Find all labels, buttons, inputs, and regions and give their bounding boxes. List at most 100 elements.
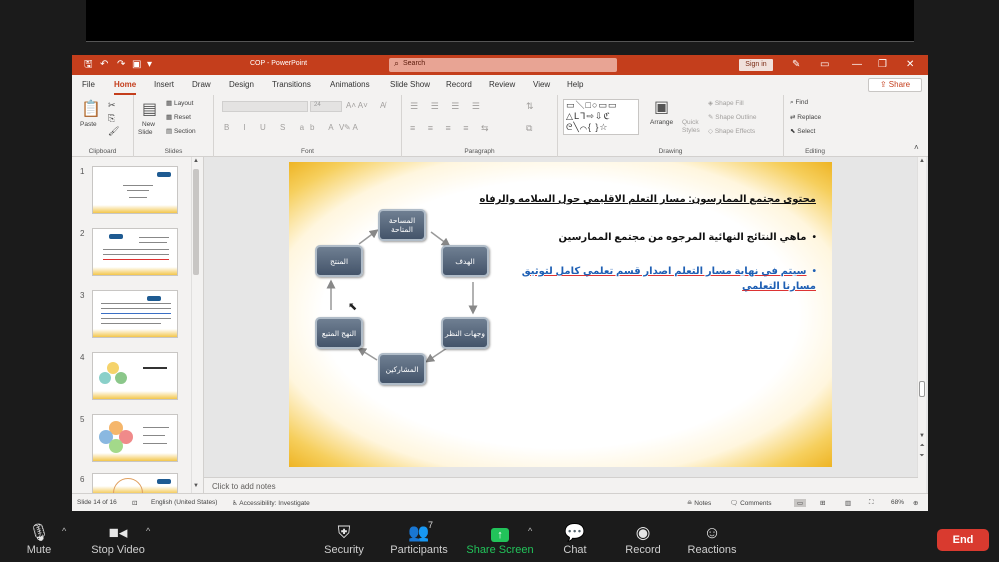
zoom-level[interactable]: 68% — [891, 499, 904, 506]
tab-help[interactable]: Help — [567, 80, 583, 89]
format-painter-icon[interactable]: 🖌 — [108, 126, 119, 137]
tab-home[interactable]: Home — [114, 80, 136, 89]
replace-button[interactable]: ⇄ Replace — [790, 113, 821, 121]
search-box[interactable]: ⌕ Search — [389, 58, 617, 72]
share-button[interactable]: ⇪ Share — [868, 78, 922, 92]
tab-design[interactable]: Design — [229, 80, 254, 89]
copy-icon[interactable]: ⎘ — [108, 113, 115, 124]
cycle-node-right-bottom[interactable]: وجهات النظر — [441, 317, 489, 349]
slide-thumbnail[interactable] — [92, 473, 178, 495]
accessibility-button[interactable]: ♿ Accessibility: Investigate — [232, 499, 310, 507]
clear-format-icon[interactable]: A̸ — [380, 101, 385, 110]
next-slide-icon[interactable]: ⏷ — [918, 453, 926, 460]
customize-chevron-icon[interactable]: ▾ — [147, 58, 152, 72]
smartart-icon[interactable]: ⧉ — [526, 123, 532, 134]
reset-button[interactable]: ▦ Reset — [166, 113, 191, 121]
new-slide-icon[interactable]: ▤ — [142, 99, 157, 119]
new-slide-label-2[interactable]: Slide — [138, 129, 152, 136]
tab-view[interactable]: View — [533, 80, 550, 89]
record-button[interactable]: ◉ Record — [624, 522, 662, 556]
slide-thumbnail[interactable] — [92, 352, 178, 400]
scroll-down-icon[interactable]: ▼ — [192, 483, 200, 489]
minimize-icon[interactable]: — — [852, 57, 862, 72]
spellcheck-icon[interactable]: ⊡ — [132, 499, 137, 507]
slide-sorter-icon[interactable]: ⊞ — [820, 499, 825, 507]
cycle-node-top[interactable]: المساحة المتاحة — [378, 209, 426, 241]
quick-styles-label[interactable]: Quick — [682, 119, 699, 126]
tab-transitions[interactable]: Transitions — [272, 80, 311, 89]
scroll-down-icon[interactable]: ▼ — [918, 433, 926, 439]
tab-review[interactable]: Review — [489, 80, 515, 89]
section-button[interactable]: ▤ Section — [166, 127, 196, 135]
share-screen-button[interactable]: ↑ Share Screen — [465, 522, 535, 556]
slide-thumbnail[interactable] — [92, 290, 178, 338]
arrange-label[interactable]: Arrange — [650, 119, 673, 126]
font-name-box[interactable] — [222, 101, 308, 112]
align-icons[interactable]: ≡ ≡ ≡ ≡ ⇆ — [410, 123, 494, 134]
cycle-node-right-top[interactable]: الهدف — [441, 245, 489, 277]
security-button[interactable]: ⛨ Security — [322, 522, 366, 556]
slide-thumbnail[interactable] — [92, 414, 178, 462]
scroll-up-icon[interactable]: ▲ — [192, 158, 200, 164]
share-options-chevron-icon[interactable]: ^ — [528, 526, 532, 536]
mute-button[interactable]: 🎙 Mute — [22, 522, 56, 556]
slide-scrollbar[interactable]: ▲ ▼ ⏶ ⏷ — [917, 157, 926, 493]
slide-thumbnail[interactable] — [92, 166, 178, 214]
quick-styles-label-2[interactable]: Styles — [682, 127, 700, 134]
redo-icon[interactable]: ↷ — [117, 58, 125, 72]
tab-animations[interactable]: Animations — [330, 80, 370, 89]
thumbnails-scrollbar[interactable]: ▲ ▼ — [191, 157, 200, 493]
cycle-node-left-bottom[interactable]: النهج المتبع — [315, 317, 363, 349]
arrange-icon[interactable]: ▣ — [654, 97, 669, 117]
end-meeting-button[interactable]: End — [937, 529, 989, 551]
tab-file[interactable]: File — [82, 80, 95, 89]
language-indicator[interactable]: English (United States) — [151, 499, 217, 506]
chat-button[interactable]: 💬 Chat — [560, 522, 590, 556]
ribbon-display-icon[interactable]: ▭ — [820, 57, 829, 72]
layout-button[interactable]: ▦ Layout — [166, 99, 193, 107]
video-options-chevron-icon[interactable]: ^ — [146, 526, 150, 536]
normal-view-icon[interactable]: ▭ — [794, 499, 807, 507]
notes-pane[interactable]: Click to add notes — [204, 477, 918, 493]
slide-thumbnail[interactable] — [92, 228, 178, 276]
participants-button[interactable]: 👥 7 Participants — [388, 520, 450, 556]
reactions-button[interactable]: ☺ Reactions — [686, 522, 738, 556]
pen-icon[interactable]: ✎ — [792, 57, 800, 72]
paste-label[interactable]: Paste — [80, 121, 97, 128]
shapes-gallery[interactable]: ▭＼□○▭▭ △ᒪᒣ⇨⇩ℭ ᘓ╲⌒{ }☆ — [563, 99, 639, 135]
grow-font-icon[interactable]: A˄ A˅ — [346, 101, 368, 110]
list-icons[interactable]: ☰ ☰ ☰ ☰ — [410, 101, 485, 112]
undo-icon[interactable]: ↶ — [100, 58, 108, 72]
tab-insert[interactable]: Insert — [154, 80, 174, 89]
present-icon[interactable]: ▣ — [132, 58, 141, 72]
text-direction-icon[interactable]: ⇅ — [526, 101, 534, 112]
slide-canvas[interactable]: محتوى مجتمع الممارسون: مسار التعلم الاقل… — [289, 162, 832, 467]
tab-slide-show[interactable]: Slide Show — [390, 80, 430, 89]
font-size-box[interactable]: 24 — [310, 101, 342, 112]
cycle-node-left-top[interactable]: المنتج — [315, 245, 363, 277]
scroll-thumb[interactable] — [919, 381, 925, 397]
cut-icon[interactable]: ✂ — [108, 100, 116, 111]
paste-icon[interactable]: 📋 — [81, 99, 101, 119]
scroll-thumb[interactable] — [193, 169, 199, 275]
previous-slide-icon[interactable]: ⏶ — [918, 443, 926, 450]
save-icon[interactable]: 🖫 — [84, 58, 93, 72]
slideshow-icon[interactable]: ⛶ — [869, 499, 874, 507]
tab-draw[interactable]: Draw — [192, 80, 211, 89]
font-style-icons[interactable]: B I U S ab AV — [224, 123, 350, 132]
shape-effects-button[interactable]: ◇ Shape Effects — [708, 127, 755, 135]
tab-record[interactable]: Record — [446, 80, 472, 89]
find-button[interactable]: ⌕ Find — [790, 99, 808, 107]
collapse-ribbon-icon[interactable]: ˄ — [914, 143, 919, 152]
shape-fill-button[interactable]: ◈ Shape Fill — [708, 99, 744, 107]
highlight-icon[interactable]: ✎ A — [344, 123, 358, 132]
cycle-node-bottom[interactable]: المشاركين — [378, 353, 426, 385]
new-slide-label[interactable]: New — [142, 121, 155, 128]
select-button[interactable]: ⬉ Select — [790, 127, 815, 135]
fit-slide-icon[interactable]: ⊕ — [913, 499, 918, 507]
close-icon[interactable]: ✕ — [906, 57, 914, 72]
shape-outline-button[interactable]: ✎ Shape Outline — [708, 113, 756, 121]
notes-button[interactable]: ≘ Notes — [687, 499, 711, 507]
comments-button[interactable]: 🗨 Comments — [730, 499, 772, 507]
scroll-up-icon[interactable]: ▲ — [918, 158, 926, 164]
